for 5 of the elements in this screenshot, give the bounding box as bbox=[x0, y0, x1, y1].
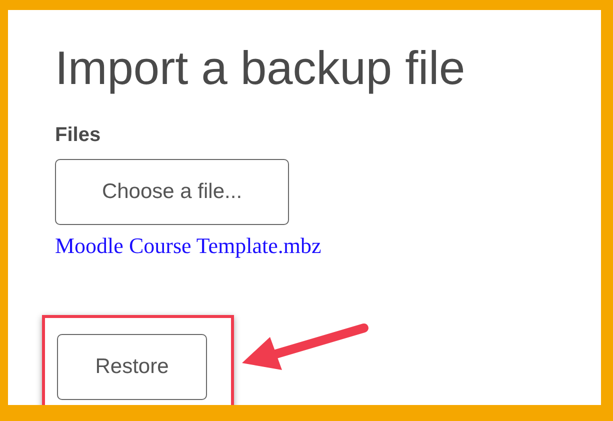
page-title: Import a backup file bbox=[55, 40, 466, 96]
choose-file-button[interactable]: Choose a file... bbox=[55, 159, 289, 225]
restore-button[interactable]: Restore bbox=[57, 334, 207, 400]
files-label: Files bbox=[55, 124, 101, 147]
file-link[interactable]: Moodle Course Template.mbz bbox=[55, 233, 322, 259]
